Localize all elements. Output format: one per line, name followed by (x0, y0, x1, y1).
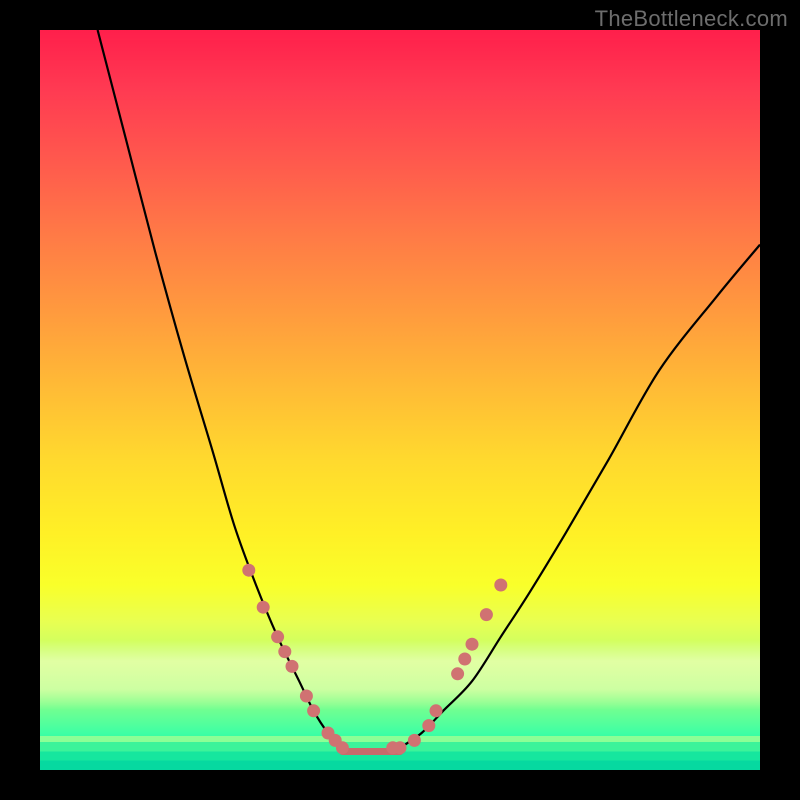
marker-dot (422, 719, 435, 732)
app-frame: TheBottleneck.com (0, 0, 800, 800)
marker-dot (430, 704, 443, 717)
marker-dot (242, 564, 255, 577)
marker-dot (286, 660, 299, 673)
curve-left (98, 30, 343, 748)
curve-layer (40, 30, 760, 770)
marker-dot (336, 741, 349, 754)
marker-dot (408, 734, 421, 747)
marker-dot (257, 601, 270, 614)
plot-area (40, 30, 760, 770)
marker-dot (466, 638, 479, 651)
marker-dot (394, 741, 407, 754)
marker-dot (300, 690, 313, 703)
marker-dot (307, 704, 320, 717)
marker-dot (278, 645, 291, 658)
marker-dot (271, 630, 284, 643)
watermark-text: TheBottleneck.com (595, 6, 788, 32)
marker-dot (480, 608, 493, 621)
marker-dot (451, 667, 464, 680)
marker-dot (458, 653, 471, 666)
marker-dots (242, 564, 507, 755)
marker-dot (494, 579, 507, 592)
